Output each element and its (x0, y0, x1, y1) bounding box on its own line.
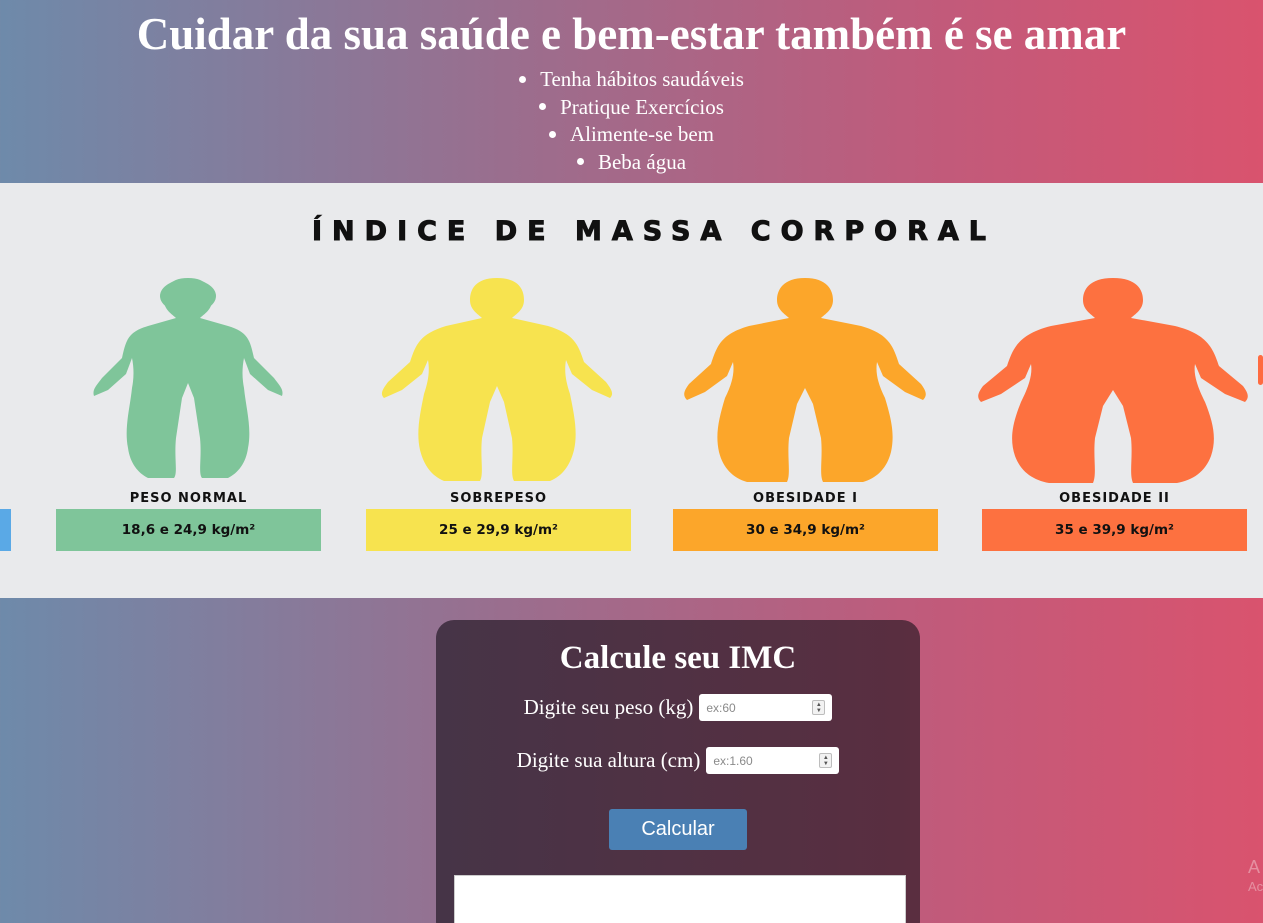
category-label: OBESIDADE II (1059, 491, 1170, 506)
height-placeholder: ex:1.60 (713, 753, 753, 768)
page-header: Cuidar da sua saúde e bem-estar também é… (0, 0, 1263, 183)
weight-input[interactable]: ex:60 ▲ ▼ (699, 694, 833, 721)
category-range-box: 18,6 e 24,9 kg/m² (56, 509, 321, 551)
bmi-banner-title: ÍNDICE DE MASSA CORPORAL (312, 216, 996, 248)
body-figure-obesity-1 (683, 278, 928, 483)
bmi-calculator-card: Calcule seu IMC Digite seu peso (kg) ex:… (436, 620, 920, 923)
category-label: PESO NORMAL (129, 491, 248, 506)
height-row: Digite sua altura (cm) ex:1.60 ▲ ▼ (436, 747, 920, 774)
page-title: Cuidar da sua saúde e bem-estar também é… (136, 9, 1127, 59)
tip-item: Beba água (0, 149, 1263, 177)
watermark-line: A (1248, 857, 1261, 877)
activation-watermark: A Ac (1248, 857, 1263, 897)
body-figure-normal (88, 278, 288, 483)
calculate-button[interactable]: Calcular (609, 809, 747, 850)
result-box (454, 875, 906, 923)
category-range-box: 35 e 39,9 kg/m² (982, 509, 1247, 551)
weight-row: Digite seu peso (kg) ex:60 ▲ ▼ (436, 694, 920, 721)
watermark-line: Ac (1248, 879, 1263, 894)
calculator-title: Calcule seu IMC (559, 640, 797, 676)
tip-item: Pratique Exercícios (0, 94, 1263, 122)
tip-item: Tenha hábitos saudáveis (0, 66, 1263, 94)
number-spinner-icon[interactable]: ▲ ▼ (812, 700, 826, 715)
height-label: Digite sua altura (cm) (516, 748, 701, 772)
category-range-box: 30 e 34,9 kg/m² (673, 509, 938, 551)
weight-placeholder: ex:60 (706, 700, 736, 715)
category-box-underweight-edge (0, 509, 11, 551)
tip-item: Alimente-se bem (0, 121, 1263, 149)
number-spinner-icon[interactable]: ▲ ▼ (819, 753, 833, 768)
category-range-box: 25 e 29,9 kg/m² (366, 509, 631, 551)
category-label: SOBREPESO (449, 491, 548, 506)
height-input[interactable]: ex:1.60 ▲ ▼ (706, 747, 840, 774)
body-figure-overweight (380, 278, 615, 483)
category-label: OBESIDADE I (753, 491, 858, 506)
figure-edge (1258, 355, 1263, 385)
body-figure-obesity-2 (975, 278, 1255, 483)
tips-list: Tenha hábitos saudáveis Pratique Exercíc… (0, 66, 1263, 176)
weight-label: Digite seu peso (kg) (523, 695, 694, 719)
